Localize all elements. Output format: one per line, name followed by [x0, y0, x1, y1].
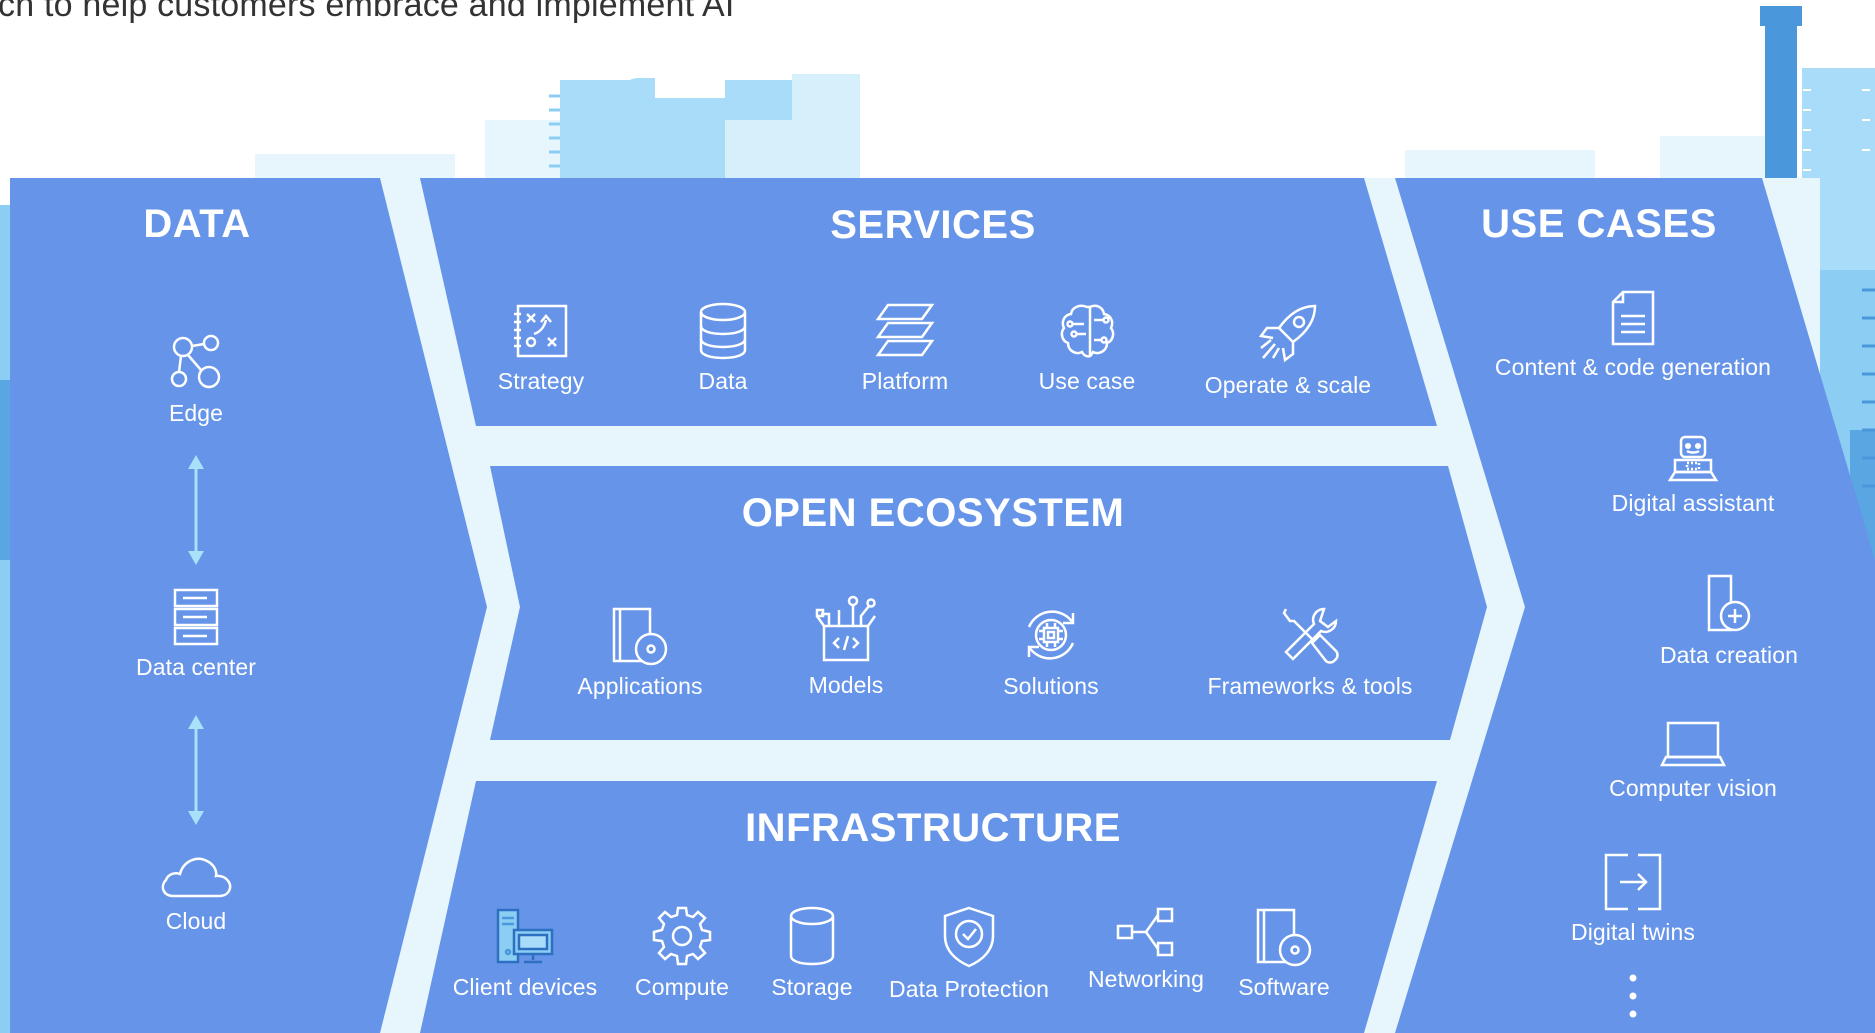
services-item-strategy: Strategy: [471, 302, 611, 395]
use-case-item-label: Computer vision: [1609, 775, 1777, 801]
infra-item-label: Storage: [771, 974, 853, 1000]
ecosystem-item-label: Frameworks & tools: [1207, 673, 1413, 699]
gear-icon: [652, 906, 712, 966]
services-title: SERVICES: [830, 203, 1036, 247]
infra-item-storage: Storage: [742, 906, 882, 1001]
network-nodes-icon: [1116, 907, 1174, 957]
services-item-platform: Platform: [835, 302, 975, 395]
page-headline: ch to help customers embrace and impleme…: [0, 0, 735, 24]
software-disc-icon: [1256, 908, 1312, 967]
vertical-ellipsis-icon: [1629, 974, 1637, 1018]
brain-circuit-icon: [1060, 304, 1115, 358]
ecosystem-item-models: Models: [776, 592, 916, 699]
infra-item-label: Client devices: [452, 974, 598, 1000]
server-rack-icon: [173, 588, 219, 646]
infra-item-label: Software: [1238, 974, 1330, 1000]
use-case-item-label: Digital assistant: [1611, 490, 1775, 516]
ecosystem-item-solutions: Solutions: [981, 605, 1121, 700]
services-item-label: Strategy: [497, 368, 585, 394]
data-item-label: Cloud: [165, 908, 227, 934]
use-case-item-content-code: Content & code generation: [1473, 290, 1793, 381]
infra-item-networking: Networking: [1076, 906, 1216, 993]
services-item-use-case: Use case: [1017, 302, 1157, 395]
edge-nodes-icon: [170, 334, 221, 389]
infra-item-data-protection: Data Protection: [879, 906, 1059, 1003]
shield-check-icon: [943, 906, 995, 968]
ecosystem-item-label: Models: [808, 672, 884, 698]
rocket-icon: [1258, 304, 1317, 363]
ecosystem-item-frameworks-tools: Frameworks & tools: [1180, 605, 1440, 700]
infra-item-software: Software: [1214, 906, 1354, 1001]
services-item-label: Platform: [861, 368, 949, 394]
data-item-cloud: Cloud: [116, 852, 276, 935]
wrench-screwdriver-icon: [1282, 607, 1339, 664]
data-title: DATA: [143, 202, 251, 246]
use-case-item-label: Data creation: [1659, 642, 1799, 668]
application-disc-icon: [612, 607, 668, 666]
database-icon: [699, 302, 747, 360]
use-case-item-label: Content & code generation: [1494, 354, 1772, 380]
chip-cycle-icon: [1027, 610, 1075, 660]
use-case-item-digital-twins: Digital twins: [1473, 853, 1793, 946]
infra-item-label: Networking: [1087, 966, 1205, 992]
city-building: [792, 74, 860, 190]
ecosystem-item-applications: Applications: [560, 605, 720, 700]
client-devices-icon: [496, 908, 554, 964]
platform-layers-icon: [875, 303, 935, 357]
city-building: [655, 78, 725, 98]
open-ecosystem-title: OPEN ECOSYSTEM: [741, 491, 1125, 535]
ecosystem-item-label: Applications: [577, 673, 703, 699]
ai-approach-diagram: ch to help customers embrace and impleme…: [0, 0, 1875, 1033]
infra-item-compute: Compute: [612, 906, 752, 1001]
code-box-icon: [815, 595, 877, 662]
services-item-label: Data: [698, 368, 748, 394]
data-item-edge: Edge: [116, 332, 276, 427]
data-item-label: Data center: [136, 654, 256, 680]
infra-item-label: Compute: [634, 974, 730, 1000]
double-arrow-icon: [188, 715, 204, 825]
file-plus-icon: [1707, 574, 1751, 632]
use-cases-title: USE CASES: [1481, 202, 1717, 246]
use-case-item-digital-assistant: Digital assistant: [1553, 434, 1833, 517]
ecosystem-item-label: Solutions: [1003, 673, 1099, 699]
city-building-left-dark: [0, 380, 10, 560]
services-item-data: Data: [653, 302, 793, 395]
services-item-operate-scale: Operate & scale: [1188, 302, 1388, 399]
services-item-label: Use case: [1038, 368, 1136, 394]
data-item-label: Edge: [168, 400, 224, 426]
cloud-icon: [161, 857, 232, 898]
storage-cylinder-icon: [789, 906, 835, 966]
data-item-data-center: Data center: [116, 588, 276, 681]
use-case-item-computer-vision: Computer vision: [1553, 721, 1833, 802]
use-case-item-label: Digital twins: [1570, 919, 1695, 945]
robot-laptop-icon: [1667, 435, 1719, 482]
services-item-label: Operate & scale: [1204, 372, 1372, 398]
infra-item-label: Data Protection: [888, 976, 1050, 1002]
strategy-board-icon: [514, 304, 568, 358]
city-building-right: [1760, 6, 1802, 26]
document-icon: [1611, 290, 1655, 346]
laptop-icon: [1659, 721, 1727, 767]
twin-arrow-icon: [1604, 853, 1662, 911]
double-arrow-icon: [188, 455, 204, 565]
infrastructure-title: INFRASTRUCTURE: [745, 806, 1121, 850]
infra-item-client-devices: Client devices: [445, 906, 605, 1001]
use-case-item-data-creation: Data creation: [1599, 574, 1859, 669]
